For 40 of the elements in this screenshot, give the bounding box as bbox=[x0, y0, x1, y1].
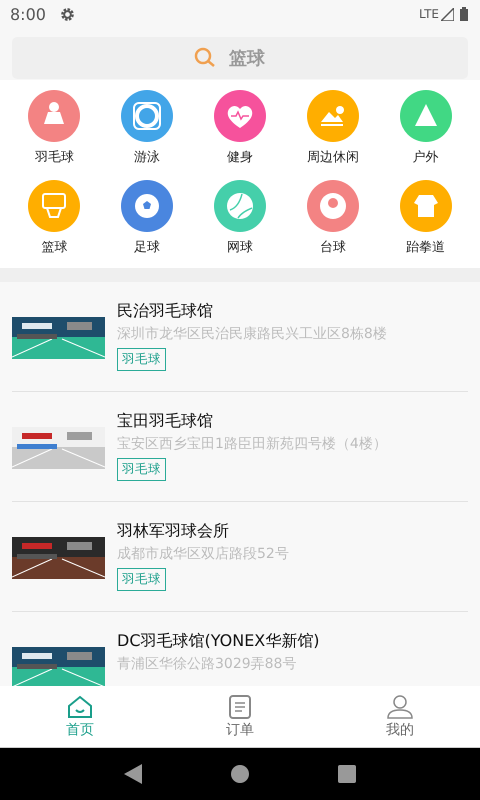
back-icon[interactable] bbox=[124, 764, 142, 784]
document-icon bbox=[229, 694, 251, 718]
category-label[interactable]: 足球 bbox=[134, 238, 160, 256]
category-label[interactable]: 游泳 bbox=[134, 148, 160, 166]
category-label[interactable]: 羽毛球 bbox=[34, 148, 74, 166]
search-bar[interactable]: 篮球 bbox=[12, 37, 468, 79]
nav-tab[interactable]: 订单 bbox=[160, 686, 320, 747]
nav-tab[interactable]: 我的 bbox=[320, 686, 480, 747]
venue-address: 青浦区华徐公路3029弄88号 bbox=[117, 655, 296, 673]
category-label[interactable]: 台球 bbox=[320, 238, 346, 256]
mountain-icon[interactable] bbox=[306, 90, 359, 142]
venue-address: 宝安区西乡宝田1路臣田新苑四号楼（4楼） bbox=[117, 435, 387, 453]
home-icon bbox=[67, 694, 93, 718]
uniform-icon[interactable] bbox=[400, 180, 452, 232]
sport-tag: 羽毛球 bbox=[117, 568, 166, 591]
venue-name[interactable]: 羽林军羽球会所 bbox=[117, 521, 229, 542]
search-input[interactable]: 篮球 bbox=[227, 46, 287, 70]
network-label: LTE bbox=[419, 7, 439, 21]
settings-icon bbox=[60, 6, 75, 22]
venue-address: 深圳市龙华区民治民康路民兴工业区8栋8楼 bbox=[117, 325, 387, 343]
signal-icon bbox=[441, 8, 454, 20]
category-label[interactable]: 周边休闲 bbox=[306, 148, 359, 166]
baseball-icon[interactable] bbox=[214, 180, 266, 232]
category-label[interactable]: 篮球 bbox=[41, 238, 68, 256]
category-label[interactable]: 户外 bbox=[412, 148, 439, 166]
sport-tag: 羽毛球 bbox=[117, 348, 166, 371]
category-label[interactable]: 网球 bbox=[226, 238, 253, 256]
person-icon bbox=[386, 694, 414, 718]
home-button-icon[interactable] bbox=[230, 765, 249, 783]
venue-name[interactable]: 宝田羽毛球馆 bbox=[117, 411, 213, 432]
sport-tag: 羽毛球 bbox=[117, 458, 166, 481]
category-label[interactable]: 健身 bbox=[226, 148, 253, 166]
venue-name[interactable]: DC羽毛球馆(YONEX华新馆) bbox=[117, 631, 320, 652]
battery-icon bbox=[460, 7, 468, 21]
status-time: 8:00 bbox=[10, 4, 46, 24]
lifebuoy-icon[interactable] bbox=[121, 90, 174, 142]
venue-address: 成都市成华区双店路段52号 bbox=[117, 545, 289, 563]
recents-icon[interactable] bbox=[338, 765, 356, 783]
venue-name[interactable]: 民治羽毛球馆 bbox=[117, 301, 213, 322]
category-label[interactable]: 跆拳道 bbox=[406, 238, 446, 256]
